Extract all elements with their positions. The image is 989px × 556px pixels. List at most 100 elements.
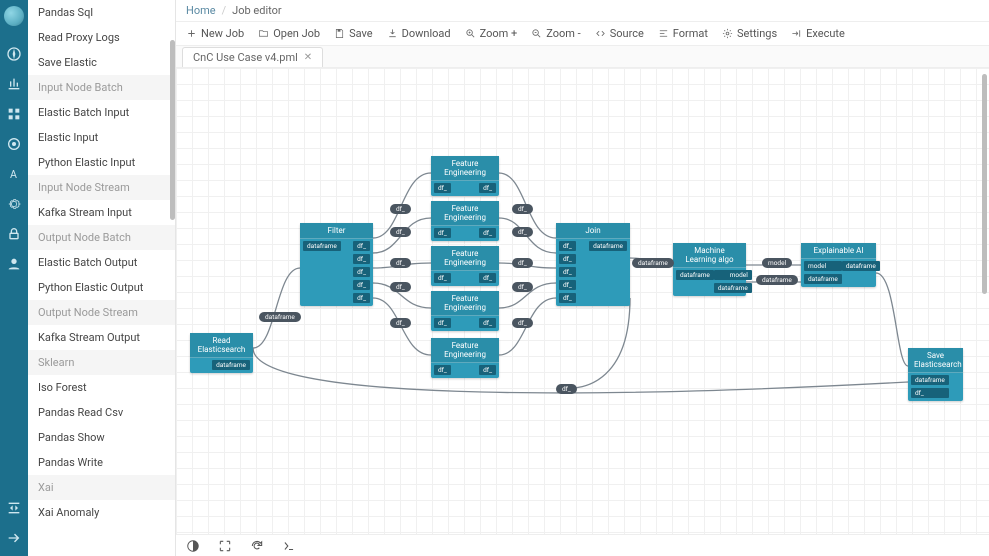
settings-button[interactable]: Settings xyxy=(722,27,777,40)
port-out[interactable]: dataframe xyxy=(842,261,880,271)
editor-tab[interactable]: CnC Use Case v4.pml ✕ xyxy=(182,47,323,67)
lock-icon[interactable] xyxy=(6,226,22,242)
palette-item[interactable]: Elastic Batch Output xyxy=(28,250,175,275)
palette-scrollbar[interactable] xyxy=(170,40,175,220)
svg-text:A: A xyxy=(10,168,17,181)
port-in[interactable]: df_ xyxy=(434,273,451,283)
gear-icon[interactable] xyxy=(6,196,22,212)
palette-item[interactable]: Kafka Stream Input xyxy=(28,200,175,225)
port-out[interactable]: dataframe xyxy=(212,360,250,370)
terminal-icon[interactable] xyxy=(282,539,296,553)
port-out[interactable]: dataframe xyxy=(714,283,752,293)
palette-item[interactable]: Elastic Batch Input xyxy=(28,100,175,125)
port-out[interactable]: model xyxy=(714,270,752,280)
port-out[interactable]: df_ xyxy=(479,318,496,328)
palette-item[interactable]: Python Elastic Output xyxy=(28,275,175,300)
palette-item[interactable]: Pandas Show xyxy=(28,425,175,450)
source-button[interactable]: Source xyxy=(595,27,644,40)
port-in[interactable]: df_ xyxy=(434,183,451,193)
port-in[interactable]: df_ xyxy=(559,254,576,264)
tabstrip: CnC Use Case v4.pml ✕ xyxy=(176,46,989,68)
contrast-icon[interactable] xyxy=(186,539,200,553)
fullscreen-icon[interactable] xyxy=(218,539,232,553)
port-in[interactable]: df_ xyxy=(434,228,451,238)
port-out[interactable]: df_ xyxy=(353,267,370,277)
port-out[interactable]: df_ xyxy=(353,280,370,290)
target-icon[interactable] xyxy=(6,136,22,152)
execute-button[interactable]: Execute xyxy=(791,27,845,40)
port-out[interactable]: dataframe xyxy=(589,241,627,251)
port-out[interactable]: df_ xyxy=(479,365,496,375)
node-title: Read Elasticsearch xyxy=(190,333,253,358)
compass-icon[interactable] xyxy=(6,46,22,62)
arrow-right-icon[interactable] xyxy=(6,530,22,546)
port-in[interactable]: dataframe xyxy=(911,375,949,385)
close-icon[interactable]: ✕ xyxy=(304,52,312,63)
node-feature-engineering[interactable]: Feature Engineering df_df_ xyxy=(431,338,499,378)
chart-icon[interactable] xyxy=(6,76,22,92)
palette-section-header: Xai xyxy=(28,475,175,500)
port-in[interactable]: dataframe xyxy=(303,241,341,251)
node-feature-engineering[interactable]: Feature Engineering df_df_ xyxy=(431,291,499,331)
save-button[interactable]: Save xyxy=(334,27,373,40)
palette-item[interactable]: Pandas Read Csv xyxy=(28,400,175,425)
node-feature-engineering[interactable]: Feature Engineering df_df_ xyxy=(431,246,499,286)
palette-item[interactable]: Pandas Write xyxy=(28,450,175,475)
download-button[interactable]: Download xyxy=(387,27,451,40)
zoom-out-button[interactable]: Zoom - xyxy=(531,27,580,40)
palette-section-header: Output Node Stream xyxy=(28,300,175,325)
grid-icon[interactable] xyxy=(6,106,22,122)
edge-label: df_ xyxy=(512,282,533,292)
node-title: Join xyxy=(556,223,630,239)
text-icon[interactable]: A xyxy=(6,166,22,182)
node-join[interactable]: Join df_ df_ df_ df_ df_ dataframe xyxy=(556,223,630,306)
palette-section-header: Input Node Batch xyxy=(28,75,175,100)
refresh-icon[interactable] xyxy=(250,539,264,553)
palette-item[interactable]: Elastic Input xyxy=(28,125,175,150)
node-save-elasticsearch[interactable]: Save Elasticsearch dataframe df_ xyxy=(908,348,963,401)
node-feature-engineering[interactable]: Feature Engineering df_df_ xyxy=(431,201,499,241)
palette-section-header: Input Node Stream xyxy=(28,175,175,200)
palette-item[interactable]: Save Elastic xyxy=(28,50,175,75)
canvas-scrollbar[interactable] xyxy=(982,74,987,294)
port-in[interactable]: dataframe xyxy=(804,274,842,284)
port-out[interactable]: df_ xyxy=(353,293,370,303)
node-explainable-ai[interactable]: Explainable AI model dataframe dataframe xyxy=(801,243,876,287)
palette-item[interactable]: Iso Forest xyxy=(28,375,175,400)
port-in[interactable]: dataframe xyxy=(676,270,714,280)
port-in[interactable]: df_ xyxy=(559,241,576,251)
format-button[interactable]: Format xyxy=(658,27,708,40)
zoom-in-button[interactable]: Zoom + xyxy=(465,27,518,40)
open-job-button[interactable]: Open Job xyxy=(258,27,320,40)
palette-item[interactable]: Pandas Sql xyxy=(28,0,175,25)
port-in[interactable]: df_ xyxy=(434,318,451,328)
statusbar xyxy=(176,534,989,556)
palette-item[interactable]: Read Proxy Logs xyxy=(28,25,175,50)
new-job-button[interactable]: New Job xyxy=(186,27,244,40)
app-logo xyxy=(4,6,24,26)
port-in[interactable]: df_ xyxy=(559,280,576,290)
port-out[interactable]: df_ xyxy=(479,228,496,238)
port-in[interactable]: model xyxy=(804,261,842,271)
port-out[interactable]: df_ xyxy=(479,183,496,193)
port-out[interactable]: df_ xyxy=(353,254,370,264)
breadcrumb-home[interactable]: Home xyxy=(186,4,216,17)
node-filter[interactable]: Filter dataframe df_ df_ df_ df_ df_ xyxy=(300,223,373,306)
graph-canvas[interactable]: Read Elasticsearch dataframe Filter data… xyxy=(176,68,989,556)
port-in[interactable]: df_ xyxy=(559,267,576,277)
node-ml-algo[interactable]: Machine Learning algo dataframe model da… xyxy=(673,243,746,296)
palette-item[interactable]: Python Elastic Input xyxy=(28,150,175,175)
node-feature-engineering[interactable]: Feature Engineering df_ df_ xyxy=(431,156,499,196)
node-title: Feature Engineering xyxy=(431,156,499,181)
palette-item[interactable]: Kafka Stream Output xyxy=(28,325,175,350)
port-in[interactable]: df_ xyxy=(559,293,576,303)
port-in[interactable]: df_ xyxy=(434,365,451,375)
collapse-icon[interactable] xyxy=(6,500,22,516)
port-out[interactable]: df_ xyxy=(479,273,496,283)
palette-item[interactable]: Xai Anomaly xyxy=(28,500,175,525)
user-icon[interactable] xyxy=(6,256,22,272)
port-in[interactable]: df_ xyxy=(911,388,949,398)
port-out[interactable]: df_ xyxy=(353,241,370,251)
node-read-elasticsearch[interactable]: Read Elasticsearch dataframe xyxy=(190,333,253,373)
node-title: Filter xyxy=(300,223,373,239)
